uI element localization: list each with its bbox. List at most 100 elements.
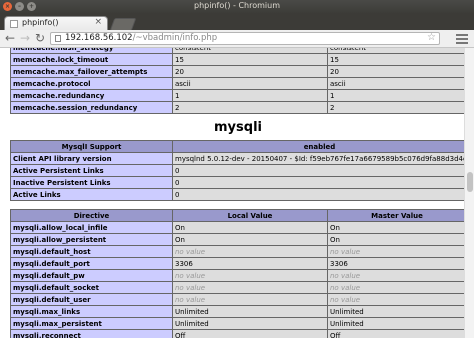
master-value: 20 — [327, 65, 467, 78]
browser-menu-icon[interactable] — [456, 32, 468, 44]
table-row: memcache.session_redundancy 2 2 — [10, 101, 467, 114]
mysqli-info-table: MysqlI Support enabled Client API librar… — [10, 140, 467, 201]
table-row: mysqli.max_links Unlimited Unlimited — [10, 305, 467, 318]
directive-name: mysqli.default_host — [10, 245, 173, 258]
directive-name: mysqli.max_links — [10, 305, 173, 318]
local-value: 20 — [172, 65, 328, 78]
address-bar[interactable]: 192.168.56.102/~vbadmin/info.php ☆ — [50, 32, 440, 45]
table-row: Inactive Persistent Links 0 — [10, 176, 467, 189]
directive-name: mysqli.default_pw — [10, 269, 173, 282]
master-value: 3306 — [327, 257, 467, 270]
directive-name: memcache.protocol — [10, 77, 173, 90]
window-title: phpinfo() - Chromium — [194, 1, 280, 10]
reload-icon[interactable]: ↻ — [33, 31, 47, 45]
page-viewport: memcache.hash_strategyconsistentconsiste… — [0, 48, 474, 338]
tab-close-icon[interactable]: × — [94, 17, 102, 27]
browser-toolbar: ← → ↻ 192.168.56.102/~vbadmin/info.php ☆ — [0, 30, 474, 48]
back-arrow-icon[interactable]: ← — [3, 31, 17, 45]
table-row: memcache.max_failover_attempts 20 20 — [10, 65, 467, 78]
bookmark-star-icon[interactable]: ☆ — [427, 32, 436, 43]
no-value-text: no value — [175, 295, 206, 304]
table-row: mysqli.default_user no value no value — [10, 293, 467, 306]
vertical-scrollbar[interactable] — [464, 48, 474, 338]
directive-name: memcache.redundancy — [10, 89, 173, 102]
page-favicon-icon — [10, 20, 18, 28]
directive-name: mysqli.reconnect — [10, 329, 173, 338]
table-row: Client API library version mysqlnd 5.0.12… — [10, 152, 467, 165]
scrollbar-thumb[interactable] — [467, 172, 473, 192]
master-value-header: Master Value — [327, 209, 467, 222]
table-header-row: MysqlI Support enabled — [10, 140, 467, 153]
master-value: 2 — [327, 101, 467, 114]
memcache-table: memcache.hash_strategyconsistentconsiste… — [10, 48, 467, 114]
directive-name: mysqli.allow_local_infile — [10, 221, 173, 234]
directive-name: mysqli.allow_persistent — [10, 233, 173, 246]
table-row: mysqli.allow_local_infile On On — [10, 221, 467, 234]
window-titlebar: × – + phpinfo() - Chromium — [0, 0, 474, 14]
table-row: mysqli.reconnect Off Off — [10, 329, 467, 338]
tab-strip: phpinfo() × — [0, 14, 474, 31]
url-path: /~vbadmin/info.php — [132, 33, 218, 43]
directive-name: memcache.session_redundancy — [10, 101, 173, 114]
table-row: mysqli.default_pw no value no value — [10, 269, 467, 282]
local-value: no value — [172, 293, 328, 306]
local-value: Off — [172, 329, 328, 338]
directive-name: mysqli.default_socket — [10, 281, 173, 294]
master-value: no value — [327, 269, 467, 282]
master-value: ascii — [327, 77, 467, 90]
table-row: mysqli.default_socket no value no value — [10, 281, 467, 294]
table-row: Active Persistent Links 0 — [10, 164, 467, 177]
no-value-text: no value — [175, 271, 206, 280]
local-value: Unlimited — [172, 305, 328, 318]
info-value: mysqlnd 5.0.12-dev - 20150407 - $Id: f59… — [172, 152, 467, 165]
table-row: mysqli.allow_persistent On On — [10, 233, 467, 246]
local-value-header: Local Value — [172, 209, 328, 222]
url-host: 192.168.56.102 — [65, 33, 133, 43]
support-value: enabled — [172, 140, 467, 153]
no-value-text: no value — [330, 283, 361, 292]
table-header-row: Directive Local Value Master Value — [10, 209, 467, 222]
info-value: 0 — [172, 164, 467, 177]
local-value: 1 — [172, 89, 328, 102]
master-value: Off — [327, 329, 467, 338]
master-value: Unlimited — [327, 305, 467, 318]
support-header: MysqlI Support — [10, 140, 173, 153]
master-value: no value — [327, 245, 467, 258]
master-value: no value — [327, 281, 467, 294]
table-row: memcache.lock_timeout 15 15 — [10, 53, 467, 66]
directive-header: Directive — [10, 209, 173, 222]
local-value: Unlimited — [172, 317, 328, 330]
master-value: On — [327, 233, 467, 246]
master-value: 15 — [327, 53, 467, 66]
local-value: ascii — [172, 77, 328, 90]
local-value: 2 — [172, 101, 328, 114]
address-url[interactable]: 192.168.56.102/~vbadmin/info.php — [65, 33, 217, 44]
directive-name: memcache.max_failover_attempts — [10, 65, 173, 78]
local-value: no value — [172, 281, 328, 294]
page-icon — [55, 35, 61, 42]
local-value: no value — [172, 269, 328, 282]
master-value: no value — [327, 293, 467, 306]
directive-name: mysqli.default_user — [10, 293, 173, 306]
forward-arrow-icon[interactable]: → — [18, 31, 32, 45]
mysqli-directives-table: Directive Local Value Master Value mysql… — [10, 209, 467, 338]
no-value-text: no value — [175, 283, 206, 292]
browser-tab[interactable]: phpinfo() × — [4, 16, 108, 30]
mysqli-section-title[interactable]: mysqli — [10, 120, 466, 135]
local-value: On — [172, 233, 328, 246]
local-value: 3306 — [172, 257, 328, 270]
directive-name: mysqli.default_port — [10, 257, 173, 270]
directive-name: memcache.lock_timeout — [10, 53, 173, 66]
info-label: Inactive Persistent Links — [10, 176, 173, 189]
table-row: memcache.redundancy 1 1 — [10, 89, 467, 102]
master-value: Unlimited — [327, 317, 467, 330]
no-value-text: no value — [330, 247, 361, 256]
no-value-text: no value — [330, 295, 361, 304]
local-value: On — [172, 221, 328, 234]
master-value: On — [327, 221, 467, 234]
table-row: mysqli.max_persistent Unlimited Unlimited — [10, 317, 467, 330]
local-value: no value — [172, 245, 328, 258]
info-label: Active Persistent Links — [10, 164, 173, 177]
master-value: 1 — [327, 89, 467, 102]
table-row: mysqli.default_host no value no value — [10, 245, 467, 258]
